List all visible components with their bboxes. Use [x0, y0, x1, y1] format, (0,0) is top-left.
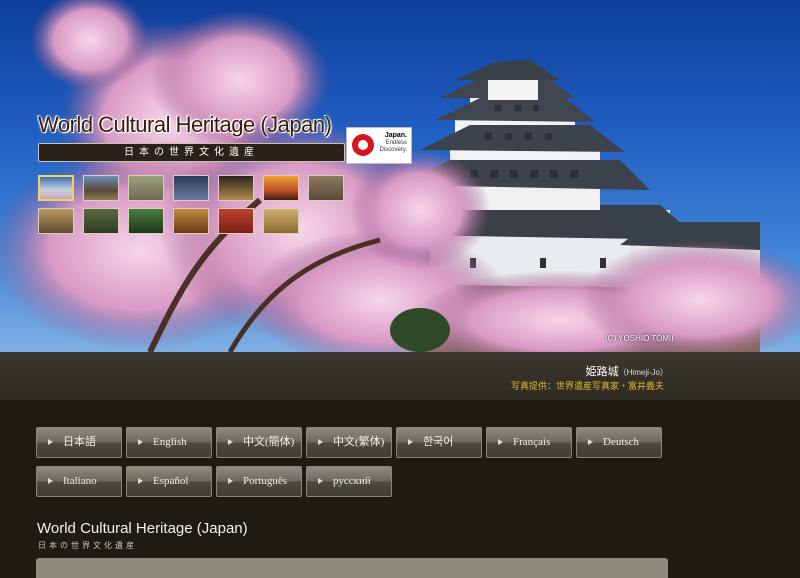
photo-caption-bar — [0, 352, 800, 400]
badge-line-2: Endless — [385, 140, 407, 146]
lang-button-chinese-simplified[interactable]: 中文(簡体) — [216, 427, 302, 458]
site-subtitle-bar: 日本の世界文化遺産 — [38, 143, 345, 162]
thumbnail-7[interactable] — [308, 175, 344, 201]
arrow-right-icon — [318, 439, 323, 445]
thumbnail-8[interactable] — [38, 208, 74, 234]
section-heading: World Cultural Heritage (Japan) — [37, 520, 248, 537]
lang-button-english[interactable]: English — [126, 427, 212, 458]
arrow-right-icon — [498, 439, 503, 445]
content-panel — [36, 558, 668, 578]
thumbnail-10-forest[interactable] — [128, 208, 164, 234]
site-name-romaji: （Himeji-Jo） — [618, 368, 668, 377]
sakura-logo-icon — [352, 134, 374, 156]
thumbnail-12[interactable] — [218, 208, 254, 234]
photo-caption-name: 姫路城（Himeji-Jo） — [586, 363, 668, 379]
thumbnail-13[interactable] — [263, 208, 299, 234]
photo-copyright: (C) YOSHIO TOMII — [605, 334, 674, 343]
lang-button-italian[interactable]: Italiano — [36, 466, 122, 497]
site-title: World Cultural Heritage (Japan) — [38, 112, 332, 137]
arrow-right-icon — [138, 439, 143, 445]
thumbnail-9[interactable] — [83, 208, 119, 234]
badge-line-1: Japan. — [384, 132, 407, 139]
arrow-right-icon — [228, 439, 233, 445]
hero-banner: World Cultural Heritage (Japan) 日本の世界文化遺… — [0, 0, 800, 352]
lang-button-japanese[interactable]: 日本語 — [36, 427, 122, 458]
lang-button-chinese-traditional[interactable]: 中文(繁体) — [306, 427, 392, 458]
thumbnail-himeji[interactable] — [38, 175, 74, 201]
thumbnail-3[interactable] — [128, 175, 164, 201]
arrow-right-icon — [138, 478, 143, 484]
thumbnail-5[interactable] — [218, 175, 254, 201]
thumbnail-2[interactable] — [83, 175, 119, 201]
lang-button-portuguese[interactable]: Português — [216, 466, 302, 497]
lang-button-french[interactable]: Français — [486, 427, 572, 458]
lang-button-russian[interactable]: русский — [306, 466, 392, 497]
badge-line-3: Discovery. — [379, 147, 407, 153]
thumbnail-11[interactable] — [173, 208, 209, 234]
thumbnail-6-torii[interactable] — [263, 175, 299, 201]
japan-endless-discovery-logo[interactable]: Japan. Endless Discovery. — [346, 127, 412, 164]
lang-button-korean[interactable]: 한국어 — [396, 427, 482, 458]
arrow-right-icon — [48, 439, 53, 445]
arrow-right-icon — [408, 439, 413, 445]
photo-credit: 写真提供：世界遺産写真家・富井義夫 — [510, 381, 664, 391]
section-subheading: 日本の世界文化遺産 — [38, 541, 137, 550]
himeji-castle-photo — [0, 0, 800, 352]
thumbnail-4[interactable] — [173, 175, 209, 201]
site-name-jp: 姫路城 — [585, 366, 619, 378]
arrow-right-icon — [318, 478, 323, 484]
lang-button-spanish[interactable]: Español — [126, 466, 212, 497]
arrow-right-icon — [588, 439, 593, 445]
arrow-right-icon — [228, 478, 233, 484]
lang-button-german[interactable]: Deutsch — [576, 427, 662, 458]
arrow-right-icon — [48, 478, 53, 484]
